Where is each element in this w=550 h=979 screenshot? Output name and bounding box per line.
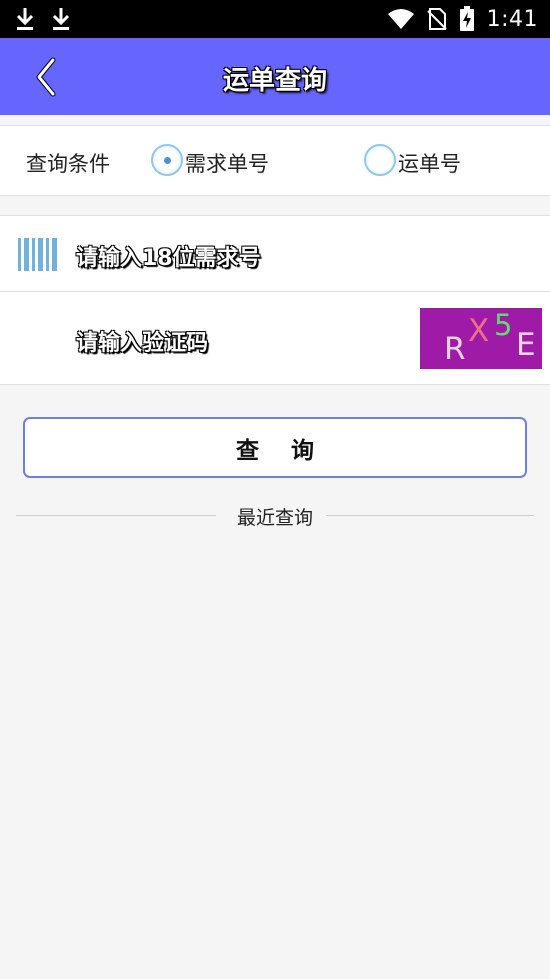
captcha-placeholder: 请输入验证码	[76, 331, 209, 356]
download-icon	[52, 8, 70, 30]
radio-label-demand-number[interactable]: 需求单号	[185, 148, 269, 178]
barcode-icon[interactable]	[18, 238, 58, 271]
captcha-char-4: E	[516, 327, 536, 363]
captcha-field[interactable]: 请输入验证码 R X 5 E	[0, 292, 550, 385]
query-condition-label: 查询条件	[26, 152, 110, 176]
status-right-icons: 1:41	[387, 4, 538, 34]
query-button[interactable]: 查询	[23, 417, 527, 478]
status-bar: 1:41	[0, 0, 550, 38]
page-title: 运单查询	[222, 66, 327, 96]
battery-charging-icon	[459, 6, 474, 31]
no-sim-icon	[426, 8, 447, 30]
radio-selected-dot	[164, 157, 171, 164]
recent-queries-divider: 最近查询	[16, 502, 534, 530]
captcha-char-2: X	[468, 313, 489, 349]
app-bar: 运单查询	[0, 38, 550, 115]
wifi-icon	[387, 9, 414, 29]
captcha-image[interactable]: R X 5 E	[420, 308, 542, 369]
captcha-glyphs: R X 5 E	[444, 308, 536, 367]
query-condition-row: 查询条件 需求单号 运单号	[0, 125, 550, 196]
radio-waybill-number[interactable]	[364, 144, 396, 176]
demand-number-field[interactable]: 请输入18位需求号	[0, 215, 550, 292]
radio-demand-number[interactable]	[151, 144, 183, 176]
download-icon	[16, 8, 34, 30]
recent-queries-label: 最近查询	[236, 507, 313, 529]
demand-number-placeholder: 请输入18位需求号	[76, 246, 261, 271]
captcha-char-3: 5	[494, 308, 512, 342]
status-time: 1:41	[486, 6, 538, 32]
radio-label-waybill-number[interactable]: 运单号	[398, 148, 461, 178]
captcha-char-1: R	[444, 331, 466, 367]
status-left-icons	[14, 6, 72, 32]
